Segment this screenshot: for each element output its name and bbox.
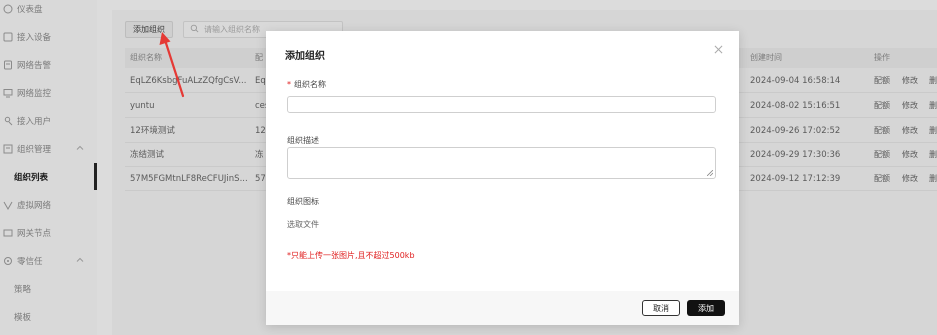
close-icon[interactable]: [714, 45, 726, 57]
cell-org-name: yuntu: [130, 101, 155, 111]
cell-created: 2024-09-26 17:02:52: [750, 126, 841, 136]
cell-created: 2024-09-04 16:58:14: [750, 76, 841, 86]
cell-created: 2024-09-29 17:30:36: [750, 150, 841, 160]
cell-config: 57: [255, 174, 266, 184]
zero-trust-icon: [2, 256, 13, 267]
resize-handle-icon[interactable]: [707, 170, 713, 176]
cell-created: 2024-08-02 15:16:51: [750, 101, 841, 111]
sidebar-item-label: 模板: [14, 313, 32, 323]
quota-link[interactable]: 配额: [874, 69, 890, 93]
column-header-config: 配: [255, 53, 263, 62]
chevron-up-icon[interactable]: [76, 256, 84, 264]
search-icon: [190, 24, 204, 35]
edit-link[interactable]: 修改: [902, 69, 918, 93]
upload-hint: *只能上传一张图片,且不超过500kb: [287, 251, 415, 260]
sidebar-item-monitor[interactable]: 网络监控: [0, 79, 97, 107]
cell-org-name: EqLZ6KsbgFuALzZQfgCsV...: [130, 76, 247, 86]
edit-link[interactable]: 修改: [902, 94, 918, 118]
cell-org-name: 12环境测试: [130, 126, 175, 136]
org-icon-label: 组织图标: [287, 197, 319, 206]
sidebar-item-zero-trust[interactable]: 零信任: [0, 247, 97, 275]
cancel-button[interactable]: 取消: [642, 300, 680, 316]
sidebar-item-policy[interactable]: 策略: [0, 275, 97, 303]
edit-link[interactable]: 修改: [902, 143, 918, 167]
sidebar-item-label: 仪表盘: [17, 5, 43, 15]
search-placeholder: 请输入组织名称: [204, 25, 260, 34]
sidebar-item-label: 组织管理: [17, 145, 52, 155]
sidebar-item-org-list[interactable]: 组织列表: [0, 163, 97, 191]
org-desc-textarea[interactable]: [287, 147, 716, 179]
cell-org-name: 冻结测试: [130, 150, 165, 160]
device-icon: [2, 32, 13, 43]
sidebar: 仪表盘 接入设备 网络告警 网络监控 接入用户 组织管理 组织列表 虚拟网络 网…: [0, 0, 97, 335]
column-header-created: 创建时间: [750, 53, 782, 62]
cell-config: 12: [255, 126, 266, 136]
add-button[interactable]: 添加: [687, 300, 725, 316]
monitor-icon: [2, 88, 13, 99]
gateway-icon: [2, 228, 13, 239]
sidebar-item-alerts[interactable]: 网络告警: [0, 51, 97, 79]
quota-link[interactable]: 配额: [874, 119, 890, 143]
quota-link[interactable]: 配额: [874, 143, 890, 167]
delete-link[interactable]: 删: [929, 69, 937, 93]
required-marker: *: [287, 80, 291, 89]
org-icon: [2, 144, 13, 155]
sidebar-item-users[interactable]: 接入用户: [0, 107, 97, 135]
sidebar-item-label: 零信任: [17, 257, 43, 267]
sidebar-item-template[interactable]: 模板: [0, 303, 97, 331]
user-icon: [2, 116, 13, 127]
delete-link[interactable]: 删: [929, 94, 937, 118]
sidebar-item-org-management[interactable]: 组织管理: [0, 135, 97, 163]
sidebar-item-label: 策略: [14, 285, 32, 295]
quota-link[interactable]: 配额: [874, 94, 890, 118]
sidebar-item-label: 接入设备: [17, 33, 52, 43]
sidebar-item-label: 网关节点: [17, 229, 52, 239]
virtual-network-icon: [2, 200, 13, 211]
quota-link[interactable]: 配额: [874, 167, 890, 191]
delete-link[interactable]: 删: [929, 167, 937, 191]
dashboard-icon: [2, 4, 13, 15]
cell-config: 冻: [255, 150, 264, 160]
column-header-actions: 操作: [874, 53, 890, 62]
cell-org-name: 57M5FGMtnLF8ReCFUJinS...: [130, 174, 248, 184]
sidebar-item-dashboard[interactable]: 仪表盘: [0, 0, 97, 23]
sidebar-item-label: 虚拟网络: [17, 201, 52, 211]
dialog-title: 添加组织: [285, 51, 325, 62]
org-desc-label: 组织描述: [287, 136, 319, 145]
sidebar-item-devices[interactable]: 接入设备: [0, 23, 97, 51]
delete-link[interactable]: 删: [929, 119, 937, 143]
sidebar-item-gateway[interactable]: 网关节点: [0, 219, 97, 247]
sidebar-item-label: 网络监控: [17, 89, 52, 99]
chevron-up-icon[interactable]: [76, 144, 84, 152]
annotation-arrow-icon: [159, 32, 185, 98]
org-name-label: * 组织名称: [287, 80, 326, 89]
alert-icon: [2, 60, 13, 71]
sidebar-item-label: 接入用户: [17, 117, 52, 127]
sidebar-item-label: 网络告警: [17, 61, 52, 71]
add-org-dialog: 添加组织 * 组织名称 组织描述 组织图标 选取文件 *只能上传一张图片,且不超过…: [266, 31, 739, 325]
cell-created: 2024-09-12 17:12:39: [750, 174, 841, 184]
edit-link[interactable]: 修改: [902, 119, 918, 143]
cell-config: Eq: [255, 76, 266, 86]
pick-file-button[interactable]: 选取文件: [287, 219, 319, 230]
sidebar-item-label: 组织列表: [14, 173, 49, 183]
delete-link[interactable]: 删: [929, 143, 937, 167]
edit-link[interactable]: 修改: [902, 167, 918, 191]
org-name-input[interactable]: [287, 96, 716, 113]
sidebar-item-virtual-network[interactable]: 虚拟网络: [0, 191, 97, 219]
